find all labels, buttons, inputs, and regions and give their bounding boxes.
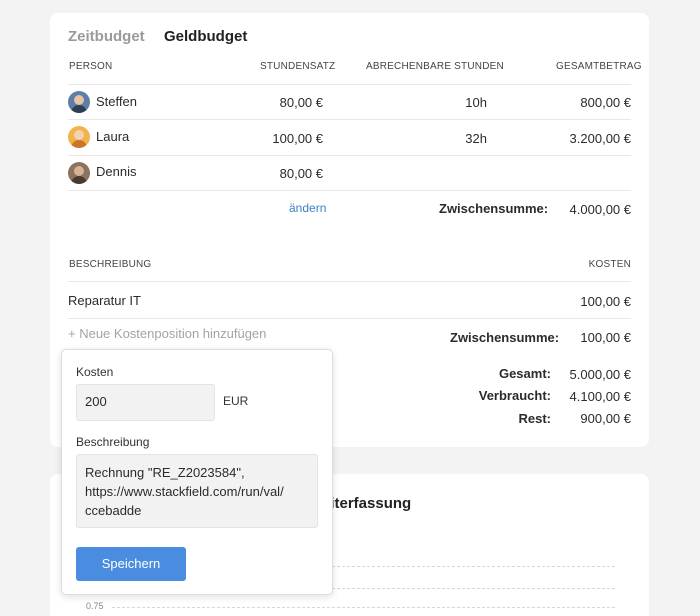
divider xyxy=(68,318,631,319)
person-hours: 10h xyxy=(465,95,487,110)
header-total: GESAMTBETRAG xyxy=(556,61,642,72)
cost-subtotal-value: 100,00 € xyxy=(580,330,631,345)
person-rate: 80,00 € xyxy=(279,166,323,181)
header-costs: KOSTEN xyxy=(588,259,631,270)
avatar xyxy=(68,162,90,184)
avatar xyxy=(68,126,90,148)
avatar xyxy=(68,91,90,113)
divider xyxy=(68,119,631,120)
person-name: Dennis xyxy=(96,164,137,179)
header-rate: STUNDENSATZ xyxy=(260,61,336,72)
person-name: Laura xyxy=(96,129,130,144)
subtotal-value: 4.000,00 € xyxy=(569,202,631,217)
person-name: Steffen xyxy=(96,94,137,109)
description-textarea[interactable]: Rechnung "RE_Z2023584", https://www.stac… xyxy=(76,454,318,528)
tab-geldbudget[interactable]: Geldbudget xyxy=(164,28,247,45)
person-total: 3.200,00 € xyxy=(569,131,631,146)
person-total: 800,00 € xyxy=(580,95,631,110)
chart-gridline xyxy=(112,607,615,608)
description-line: Rechnung "RE_Z2023584", xyxy=(85,465,245,480)
edit-rates-link[interactable]: ändern xyxy=(289,201,326,215)
description-label: Beschreibung xyxy=(76,435,150,449)
header-description: BESCHREIBUNG xyxy=(69,259,152,270)
description-line: ccebadde xyxy=(85,503,142,518)
header-person: PERSON xyxy=(69,61,113,72)
save-button[interactable]: Speichern xyxy=(76,547,186,581)
currency-label: EUR xyxy=(223,394,249,408)
person-hours: 32h xyxy=(465,131,487,146)
divider xyxy=(68,281,631,282)
person-rate: 80,00 € xyxy=(279,95,323,110)
tab-zeitbudget[interactable]: Zeitbudget xyxy=(68,28,145,45)
costs-input-value: 200 xyxy=(85,394,107,409)
cost-description: Reparatur IT xyxy=(68,293,141,308)
costs-label: Kosten xyxy=(76,365,114,379)
cost-edit-popup: Kosten 200 EUR Beschreibung Rechnung "RE… xyxy=(61,349,333,595)
description-line: https://www.stackfield.com/run/val/ xyxy=(85,484,284,499)
axis-tick-label: 0.75 xyxy=(86,601,104,611)
divider xyxy=(68,190,631,191)
divider xyxy=(68,84,631,85)
header-hours: ABRECHENBARE STUNDEN xyxy=(366,61,504,72)
cost-value: 100,00 € xyxy=(580,294,631,309)
costs-input[interactable]: 200 xyxy=(76,384,215,421)
person-rate: 100,00 € xyxy=(272,131,323,146)
add-cost-link[interactable]: + Neue Kostenposition hinzufügen xyxy=(68,326,266,341)
rest-value: 900,00 € xyxy=(580,411,631,426)
divider xyxy=(68,155,631,156)
total-value: 5.000,00 € xyxy=(569,367,631,382)
card-title: eiterfassung xyxy=(322,495,412,512)
used-value: 4.100,00 € xyxy=(569,389,631,404)
